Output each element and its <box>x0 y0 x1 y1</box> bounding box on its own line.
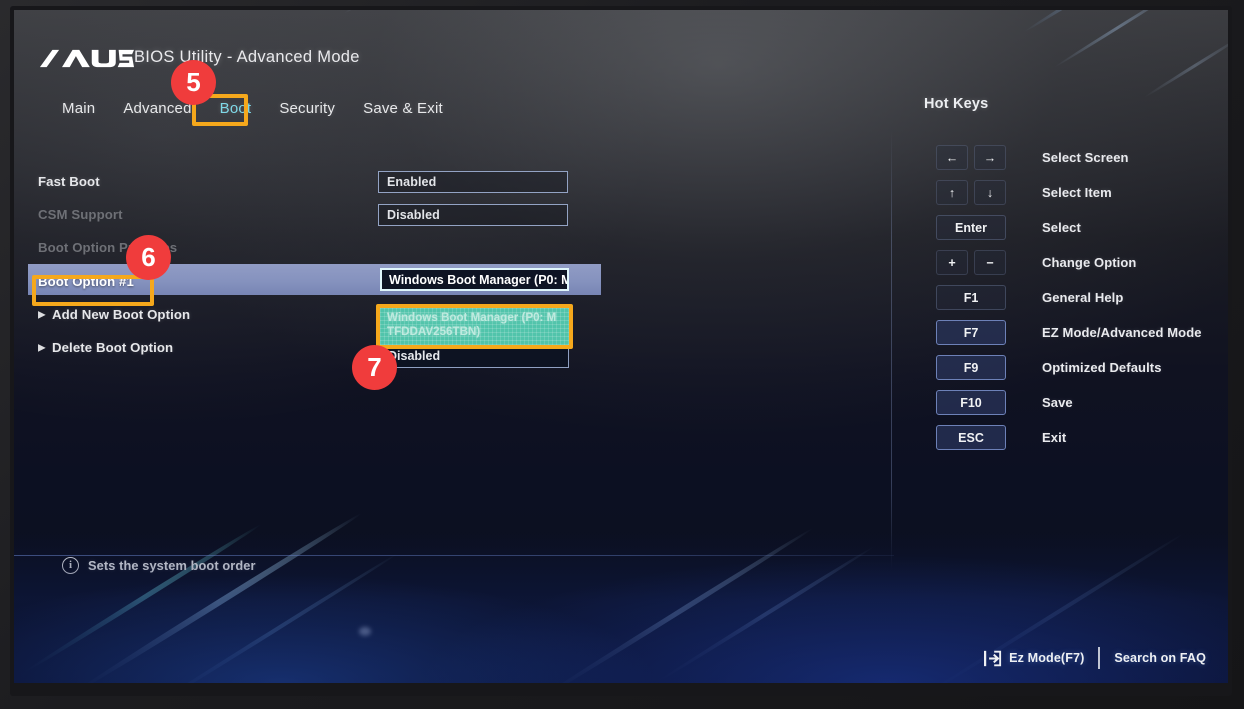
bios-screen: BIOS Utility - Advanced Mode Main Advanc… <box>14 10 1228 683</box>
ez-mode-button[interactable]: Ez Mode(F7) <box>983 650 1084 667</box>
hotkeys-panel: ← → Select Screen ↑ ↓ Select Item Enter … <box>922 140 1212 455</box>
tab-main[interactable]: Main <box>48 96 109 121</box>
tab-security[interactable]: Security <box>265 96 349 121</box>
tab-label: Security <box>279 100 336 117</box>
setting-label: Boot Option #1 <box>38 273 134 289</box>
tab-label: Save & Exit <box>363 100 443 117</box>
arrow-up-icon: ↑ <box>936 180 968 205</box>
f7-key: F7 <box>936 320 1006 345</box>
hotkey-row-save: F10 Save <box>922 385 1212 420</box>
info-icon: i <box>62 557 79 574</box>
hotkey-row-ez-advanced-mode: F7 EZ Mode/Advanced Mode <box>922 315 1212 350</box>
annotation-badge-5: 5 <box>171 60 216 105</box>
hotkey-label: Select Item <box>1042 185 1112 200</box>
hotkey-label: Select <box>1042 220 1081 235</box>
hotkey-row-exit: ESC Exit <box>922 420 1212 455</box>
help-bar: i Sets the system boot order <box>62 557 256 574</box>
hotkey-row-select-item: ↑ ↓ Select Item <box>922 175 1212 210</box>
f10-key: F10 <box>936 390 1006 415</box>
setting-label: Fast Boot <box>38 174 100 189</box>
help-text: Sets the system boot order <box>88 558 256 573</box>
tab-label: Boot <box>219 100 252 117</box>
hotkey-label: Exit <box>1042 430 1067 445</box>
minus-key: − <box>974 250 1006 275</box>
hotkey-row-select: Enter Select <box>922 210 1212 245</box>
boot-option-dropdown[interactable]: Windows Boot Manager (P0: M TFDDAV256TBN… <box>380 308 569 368</box>
hotkey-row-optimized-defaults: F9 Optimized Defaults <box>922 350 1212 385</box>
setting-value-fast-boot[interactable]: Enabled <box>378 170 568 193</box>
exit-arrow-icon <box>984 650 1002 666</box>
tab-label: Main <box>62 100 96 117</box>
dropdown-option-windows-boot-manager[interactable]: Windows Boot Manager (P0: M TFDDAV256TBN… <box>380 308 569 345</box>
hotkey-label: Change Option <box>1042 255 1137 270</box>
esc-key: ESC <box>936 425 1006 450</box>
ez-mode-label: Ez Mode(F7) <box>1009 651 1085 665</box>
dropdown-option-disabled[interactable]: Disabled <box>380 345 569 368</box>
hotkey-label: EZ Mode/Advanced Mode <box>1042 325 1202 340</box>
asus-logo <box>38 46 134 72</box>
page-title: BIOS Utility - Advanced Mode <box>134 48 360 66</box>
search-on-faq-button[interactable]: Search on FAQ <box>1114 651 1206 665</box>
submenu-arrow-icon: ▶ <box>38 342 46 354</box>
tab-active-underline <box>222 122 249 125</box>
setting-row-csm-support[interactable]: CSM Support Disabled <box>14 198 614 231</box>
badge-number: 7 <box>367 352 382 382</box>
badge-number: 5 <box>186 67 201 97</box>
setting-label: CSM Support <box>38 207 123 222</box>
annotation-badge-7: 7 <box>352 345 397 390</box>
hotkey-label: General Help <box>1042 290 1124 305</box>
setting-value-csm-support[interactable]: Disabled <box>378 203 568 226</box>
f1-key: F1 <box>936 285 1006 310</box>
setting-row-fast-boot[interactable]: Fast Boot Enabled <box>14 165 614 198</box>
tab-boot[interactable]: Boot <box>206 96 266 125</box>
footer-separator <box>1098 647 1101 669</box>
hotkeys-title: Hot Keys <box>924 96 989 112</box>
hotkey-row-select-screen: ← → Select Screen <box>922 140 1212 175</box>
setting-label: Add New Boot Option <box>52 307 191 322</box>
tab-save-exit[interactable]: Save & Exit <box>349 96 457 121</box>
setting-value-boot-option-1[interactable]: Windows Boot Manager (P0: M <box>380 268 569 291</box>
annotation-badge-6: 6 <box>126 235 171 280</box>
arrow-left-icon: ← <box>936 145 968 170</box>
main-tabbar: Main Advanced Boot Security Save & Exit <box>48 96 457 125</box>
hotkey-label: Select Screen <box>1042 150 1129 165</box>
footer-bar: Ez Mode(F7) Search on FAQ <box>983 647 1206 669</box>
panel-divider-horizontal <box>14 555 894 556</box>
setting-row-boot-option-1[interactable]: Boot Option #1 Windows Boot Manager (P0:… <box>14 264 614 298</box>
plus-key: + <box>936 250 968 275</box>
enter-key: Enter <box>936 215 1006 240</box>
hotkey-row-change-option: + − Change Option <box>922 245 1212 280</box>
submenu-arrow-icon: ▶ <box>38 309 46 321</box>
f9-key: F9 <box>936 355 1006 380</box>
arrow-right-icon: → <box>974 145 1006 170</box>
setting-header-boot-option-priorities: Boot Option Priorities <box>14 231 614 264</box>
panel-divider-vertical <box>891 130 892 570</box>
setting-label: Delete Boot Option <box>52 340 174 355</box>
monitor-frame: BIOS Utility - Advanced Mode Main Advanc… <box>0 0 1244 709</box>
badge-number: 6 <box>141 242 156 272</box>
hotkey-row-general-help: F1 General Help <box>922 280 1212 315</box>
arrow-down-icon: ↓ <box>974 180 1006 205</box>
hotkey-label: Optimized Defaults <box>1042 360 1162 375</box>
tab-label: Advanced <box>123 100 192 117</box>
hotkey-label: Save <box>1042 395 1073 410</box>
